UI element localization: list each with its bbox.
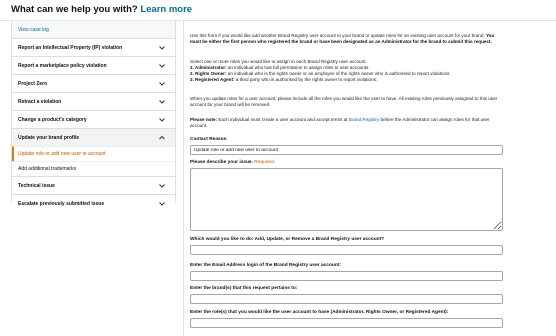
please-note-text: Each individual must create a user accou… <box>218 117 348 122</box>
intro-text: Use this form if you would like add anot… <box>190 33 485 38</box>
brand-registry-link[interactable]: Brand Registry <box>349 117 379 122</box>
sidebar-item-change-category[interactable]: Change a product's category <box>12 110 175 128</box>
roles-field[interactable] <box>190 318 503 328</box>
contact-reason-label: Contact Reason <box>190 137 227 142</box>
form-panel: Use this form if you would like add anot… <box>183 21 513 336</box>
chevron-down-icon <box>159 46 165 50</box>
chevron-down-icon <box>159 82 165 86</box>
question-action-label: Which would you like to do: Add, Update,… <box>190 237 385 242</box>
chevron-down-icon <box>159 184 165 188</box>
role-name: 1. Administrator: <box>190 65 227 70</box>
sidebar-item-label: Report a marketplace policy violation <box>18 62 107 69</box>
describe-issue-text: Please describe your issue. <box>190 160 253 165</box>
view-case-log-link[interactable]: View case log <box>12 21 175 38</box>
page-header: What can we help you with? Learn more <box>0 0 556 21</box>
roles-list: Select one or more roles you would like … <box>190 59 504 83</box>
chevron-down-icon <box>159 64 165 68</box>
question-roles-label: Enter the role(s) that you would like th… <box>190 310 449 315</box>
role-desc: an individual who has full permission to… <box>227 65 370 70</box>
sidebar-item-label: Change a product's category <box>18 116 87 123</box>
role-desc: an individual who is the rights owner or… <box>227 71 451 76</box>
required-indicator: Required <box>254 160 274 165</box>
intro-paragraph: Use this form if you would like add anot… <box>190 33 504 45</box>
sidebar-item-report-policy-violation[interactable]: Report a marketplace policy violation <box>12 56 175 74</box>
sidebar-item-escalate-issue[interactable]: Escalate previously submitted issue <box>12 194 175 212</box>
question-brand-label: Enter the brand(s) that this request per… <box>190 286 298 291</box>
email-field[interactable] <box>190 271 503 281</box>
sidebar-item-label: Escalate previously submitted issue <box>18 200 105 207</box>
sidebar-subitem-add-trademarks[interactable]: Add additional trademarks <box>12 161 175 176</box>
question-email-label: Enter the Email Address login of the Bra… <box>190 263 341 268</box>
sidebar-item-label: Retract a violation <box>18 98 62 105</box>
contact-reason-field[interactable] <box>190 145 503 155</box>
describe-issue-textarea[interactable] <box>190 168 503 231</box>
update-note: When you update roles for a user account… <box>190 96 498 107</box>
page-title: What can we help you with? Learn more <box>11 4 192 15</box>
sidebar-item-label: Report an Intellectual Property (IP) vio… <box>18 44 123 51</box>
chevron-up-icon <box>159 135 165 140</box>
role-name: 3. Registered Agent: <box>190 77 235 82</box>
chevron-down-icon <box>159 100 165 104</box>
sidebar-item-technical-issue[interactable]: Technical issue <box>12 176 175 194</box>
sidebar-item-label: Technical issue <box>18 182 55 189</box>
brand-field[interactable] <box>190 294 503 304</box>
role-desc: a third party who is authorised by the r… <box>235 77 378 82</box>
page-title-text: What can we help you with? <box>11 4 138 15</box>
sidebar-item-report-ip-violation[interactable]: Report an Intellectual Property (IP) vio… <box>12 38 175 56</box>
chevron-down-icon <box>159 118 165 122</box>
role-name: 2. Rights Owner: <box>190 71 227 76</box>
please-note-label: Please note: <box>190 117 218 122</box>
please-note: Please note: Each individual must create… <box>190 117 504 129</box>
describe-issue-label: Please describe your issue. Required <box>190 160 274 165</box>
sidebar-item-project-zero[interactable]: Project Zero <box>12 74 175 92</box>
sidebar-item-update-brand-profile[interactable]: Update your brand profile <box>12 128 175 146</box>
action-field[interactable] <box>190 245 503 255</box>
sidebar-item-label: Update your brand profile <box>18 134 80 141</box>
sidebar-item-label: Project Zero <box>18 80 48 87</box>
sidebar: View case log Report an Intellectual Pro… <box>11 21 176 212</box>
sidebar-item-retract-violation[interactable]: Retract a violation <box>12 92 175 110</box>
sidebar-subitem-update-role[interactable]: Update role or add new user to account <box>12 146 175 161</box>
chevron-down-icon <box>159 202 165 206</box>
learn-more-link[interactable]: Learn more <box>140 4 192 15</box>
role-registered-agent: 3. Registered Agent: a third party who i… <box>190 77 504 83</box>
